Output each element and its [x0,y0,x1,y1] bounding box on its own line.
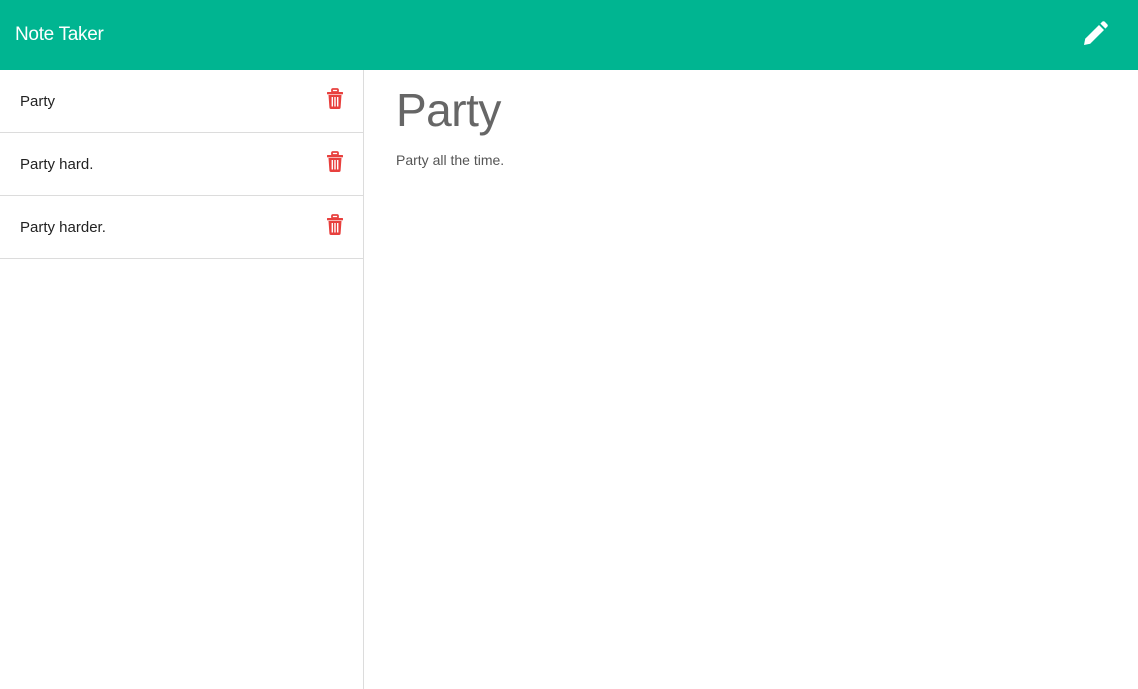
new-note-button[interactable] [1079,18,1111,50]
navbar: Note Taker [0,0,1138,70]
note-list-item[interactable]: Party harder. [0,196,363,259]
note-list: Party Party hard. Party harder. [0,70,363,259]
note-list-item-title: Party harder. [20,219,106,236]
notes-sidebar: Party Party hard. Party harder. [0,70,364,689]
note-title-input[interactable] [396,82,1096,138]
trash-icon [327,151,343,172]
note-list-item-title: Party hard. [20,156,94,173]
delete-note-button[interactable] [325,214,345,236]
note-list-item[interactable]: Party hard. [0,133,363,196]
note-list-item-title: Party [20,93,56,110]
note-list-item[interactable]: Party [0,70,363,133]
app-title[interactable]: Note Taker [15,22,104,48]
trash-icon [327,214,343,235]
note-editor: Party all the time. [364,70,1138,689]
delete-note-button[interactable] [325,88,345,110]
delete-note-button[interactable] [325,151,345,173]
pencil-icon [1084,21,1108,45]
note-text-area[interactable]: Party all the time. [396,150,1096,350]
trash-icon [327,88,343,109]
